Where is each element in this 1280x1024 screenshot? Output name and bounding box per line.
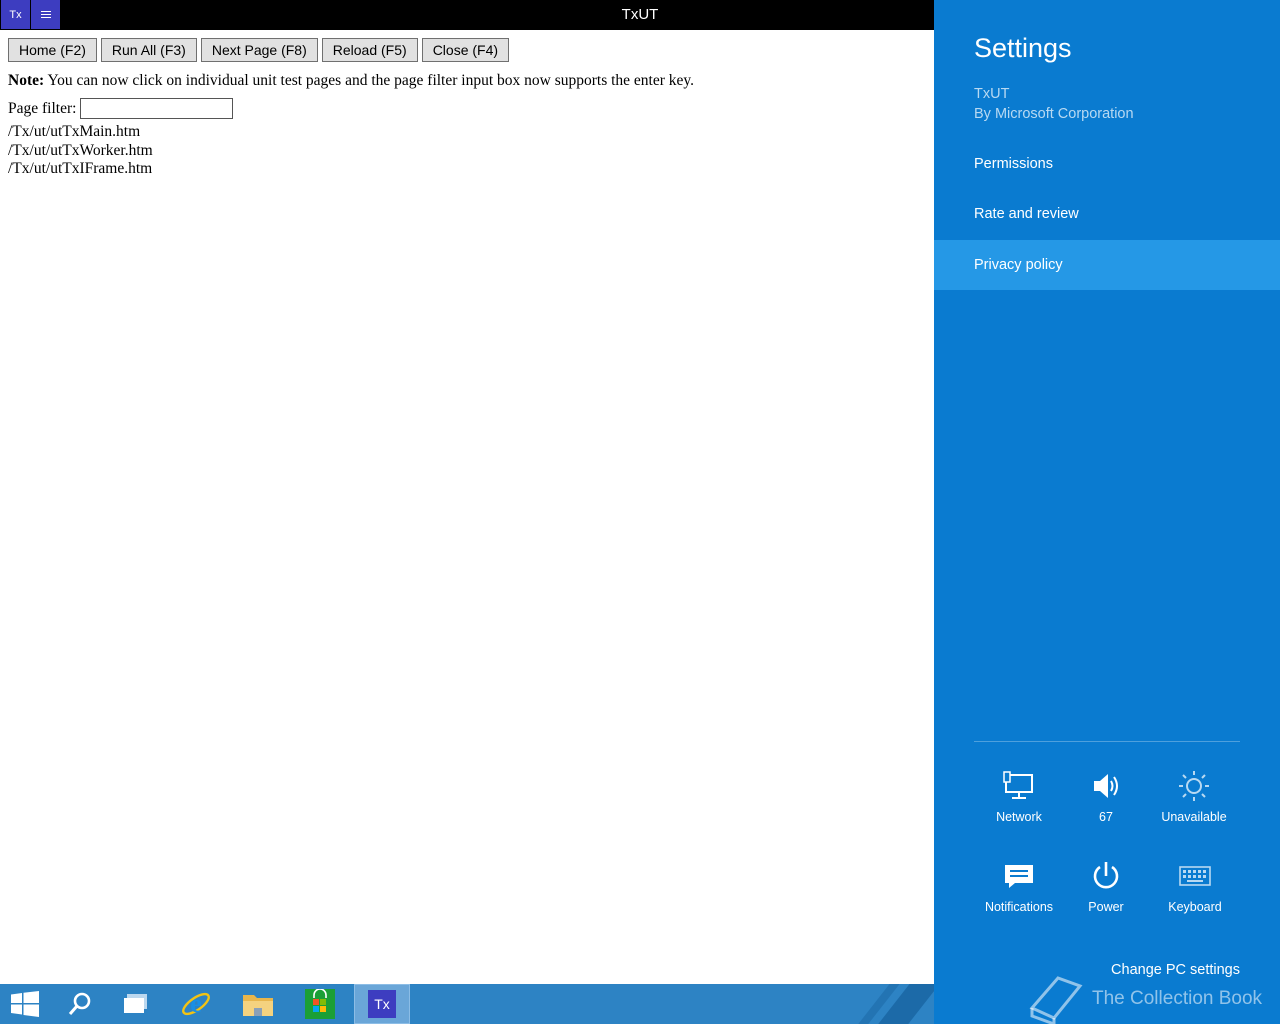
volume-tile[interactable]: 67 — [1062, 766, 1150, 838]
txut-app-icon: Tx — [368, 990, 396, 1018]
keyboard-tile[interactable]: Keyboard — [1151, 856, 1239, 928]
page-filter-row: Page filter: — [8, 98, 234, 119]
app-icon-label: Tx — [9, 8, 22, 21]
rate-and-review-menu-item[interactable]: Rate and review — [934, 189, 1280, 239]
privacy-policy-menu-item[interactable]: Privacy policy — [934, 240, 1280, 290]
page-link-iframe[interactable]: /Tx/ut/utTxIFrame.htm — [8, 160, 153, 179]
quick-settings-divider — [974, 741, 1240, 742]
keyboard-label: Keyboard — [1168, 900, 1222, 914]
network-icon — [1003, 766, 1035, 806]
page-filter-input[interactable] — [80, 98, 234, 119]
notifications-tile[interactable]: Notifications — [975, 856, 1063, 928]
change-pc-settings-link[interactable]: Change PC settings — [1111, 962, 1240, 978]
power-icon — [1090, 856, 1122, 896]
settings-title: Settings — [974, 33, 1072, 63]
txut-taskbar-button[interactable]: Tx — [354, 984, 410, 1024]
power-tile[interactable]: Power — [1062, 856, 1150, 928]
page-link-worker[interactable]: /Tx/ut/utTxWorker.htm — [8, 142, 153, 161]
reload-button[interactable]: Reload (F5) — [321, 38, 418, 62]
settings-charm: Settings TxUT By Microsoft Corporation P… — [934, 0, 1280, 1024]
close-button[interactable]: Close (F4) — [421, 38, 510, 62]
settings-app-publisher: By Microsoft Corporation — [974, 106, 1134, 122]
page-filter-label: Page filter: — [8, 99, 77, 117]
permissions-menu-item[interactable]: Permissions — [934, 139, 1280, 189]
note-text: Note: You can now click on individual un… — [8, 72, 694, 90]
settings-app-name: TxUT — [974, 86, 1010, 102]
network-tile[interactable]: Network — [975, 766, 1063, 838]
txut-app-icon-label: Tx — [374, 996, 390, 1012]
file-explorer-icon[interactable] — [230, 984, 286, 1024]
note-body: You can now click on individual unit tes… — [44, 72, 695, 89]
next-page-button[interactable]: Next Page (F8) — [200, 38, 318, 62]
power-label: Power — [1088, 900, 1124, 914]
store-icon[interactable] — [292, 984, 348, 1024]
brightness-icon — [1177, 766, 1211, 806]
toolbar: Home (F2) Run All (F3) Next Page (F8) Re… — [8, 38, 510, 62]
home-button[interactable]: Home (F2) — [8, 38, 97, 62]
run-all-button[interactable]: Run All (F3) — [100, 38, 197, 62]
network-label: Network — [996, 810, 1042, 824]
svg-text:e: e — [190, 989, 202, 1018]
title-bar: Tx — [0, 0, 934, 30]
brightness-label: Unavailable — [1161, 810, 1227, 824]
start-icon[interactable] — [0, 984, 53, 1024]
taskbar: e Tx — [0, 984, 934, 1024]
volume-level: 67 — [1099, 810, 1113, 824]
internet-explorer-icon[interactable]: e — [168, 984, 224, 1024]
app-content: Home (F2) Run All (F3) Next Page (F8) Re… — [0, 30, 934, 984]
hamburger-menu-icon[interactable] — [31, 0, 60, 29]
watermark-text: The Collection Book — [1092, 988, 1263, 1009]
task-view-icon[interactable] — [108, 984, 164, 1024]
notifications-icon — [1003, 856, 1035, 896]
page-link-main[interactable]: /Tx/ut/utTxMain.htm — [8, 123, 153, 142]
notifications-label: Notifications — [984, 900, 1054, 914]
speaker-icon — [1090, 766, 1122, 806]
page-list: /Tx/ut/utTxMain.htm /Tx/ut/utTxWorker.ht… — [8, 123, 153, 179]
search-icon[interactable] — [52, 984, 108, 1024]
brightness-tile[interactable]: Unavailable — [1150, 766, 1238, 838]
book-icon — [1029, 976, 1083, 1024]
app-icon[interactable]: Tx — [1, 0, 30, 29]
keyboard-icon — [1179, 856, 1211, 896]
note-prefix: Note: — [8, 72, 45, 89]
